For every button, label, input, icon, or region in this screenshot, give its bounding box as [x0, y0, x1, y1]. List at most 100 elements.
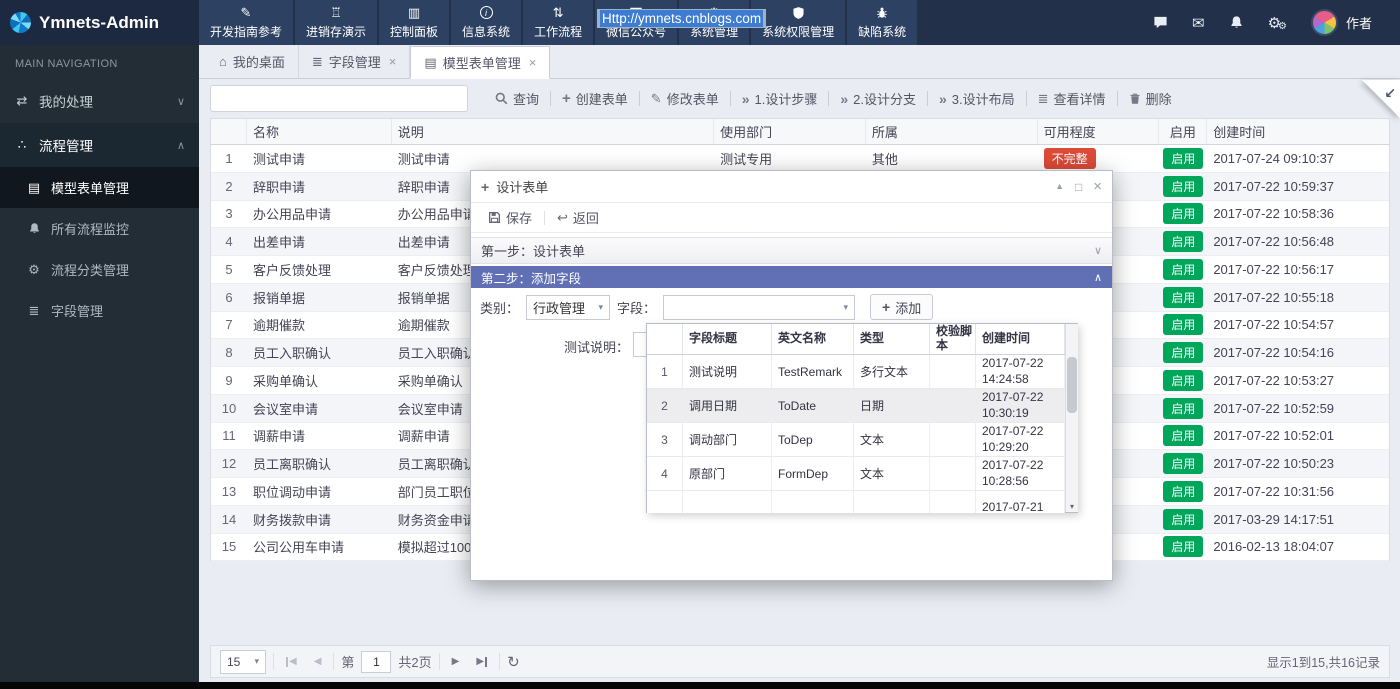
field-row[interactable]: 2017-07-21 — [647, 491, 1065, 513]
field-row[interactable]: 1 测试说明 TestRemark 多行文本 2017-07-22 14:24:… — [647, 355, 1065, 389]
last-page-button[interactable]: ▶ — [471, 656, 492, 667]
header-enabled[interactable]: 启用 — [1159, 119, 1208, 144]
enabled-badge[interactable]: 启用 — [1163, 231, 1204, 253]
page-number-input[interactable] — [361, 650, 392, 673]
cell-name: 采购单确认 — [252, 373, 318, 389]
cell-enabled: 启用 — [1159, 478, 1207, 505]
design-layout-button[interactable]: » 3.设计布局 — [928, 85, 1026, 112]
scrollbar-down-arrow[interactable]: ▾ — [1066, 502, 1078, 511]
edit-form-button[interactable]: ✎ 修改表单 — [640, 85, 730, 112]
back-button[interactable]: ↩ 返回 — [549, 206, 607, 230]
refresh-icon[interactable]: ↻ — [507, 653, 520, 671]
save-button[interactable]: 保存 — [480, 206, 540, 230]
nav-item-info-system[interactable]: i 信息系统 — [451, 0, 522, 45]
gears-icon[interactable]: ⚙ ⚙ — [1268, 14, 1287, 32]
search-input[interactable] — [210, 85, 468, 112]
prev-icon: ◀ — [289, 656, 297, 667]
cell-row-index: 8 — [225, 345, 233, 361]
field-row[interactable]: 2 调用日期 ToDate 日期 2017-07-22 10:30:19 — [647, 389, 1065, 423]
enabled-badge[interactable]: 启用 — [1163, 258, 1204, 280]
sidebar-subitem-model-form-mgmt[interactable]: ▤ 模型表单管理 — [0, 167, 199, 208]
save-label: 保存 — [506, 211, 533, 226]
first-page-button[interactable]: ◀ — [281, 656, 302, 667]
field-cell-script — [930, 491, 976, 513]
enabled-badge[interactable]: 启用 — [1163, 342, 1204, 364]
step1-accordion-header[interactable]: 第一步：设计表单 ∨ — [471, 237, 1112, 264]
cell-row-index: 2 — [225, 178, 233, 194]
maximize-icon[interactable]: □ — [1075, 181, 1082, 193]
sidebar-subitem-process-monitor[interactable]: 所有流程监控 — [0, 208, 199, 249]
tab-desktop[interactable]: ⌂ 我的桌面 — [206, 45, 299, 78]
collapse-corner-widget[interactable]: ↙ — [1362, 80, 1400, 118]
dropdown-scrollbar[interactable]: ▾ — [1065, 324, 1078, 512]
enabled-badge[interactable]: 启用 — [1163, 369, 1204, 391]
design-branch-button[interactable]: » 2.设计分支 — [829, 85, 927, 112]
cell-enabled: 启用 — [1159, 284, 1207, 311]
delete-button[interactable]: 删除 — [1118, 85, 1183, 112]
minimize-icon[interactable]: ▲ — [1055, 182, 1064, 191]
close-icon[interactable]: × — [389, 54, 397, 69]
close-icon[interactable]: × — [529, 55, 537, 70]
field-cell-index: 3 — [647, 423, 683, 456]
sidebar-section-label: MAIN NAVIGATION — [15, 58, 118, 70]
enabled-badge[interactable]: 启用 — [1163, 480, 1204, 502]
field-row[interactable]: 3 调动部门 ToDep 文本 2017-07-22 10:29:20 — [647, 423, 1065, 457]
category-select[interactable]: 行政管理 ▾ — [526, 294, 611, 320]
step1-label: 第一步：设计表单 — [481, 244, 586, 259]
enabled-badge[interactable]: 启用 — [1163, 314, 1204, 336]
enabled-badge[interactable]: 启用 — [1163, 508, 1204, 530]
header-owner[interactable]: 所属 — [866, 119, 1038, 144]
enabled-badge[interactable]: 启用 — [1163, 425, 1204, 447]
bottom-screen-edge — [0, 682, 1400, 689]
next-page-button[interactable]: ▶ — [447, 656, 465, 667]
nav-item-workflow[interactable]: ⇅ 工作流程 — [523, 0, 594, 45]
bell-icon[interactable] — [1229, 15, 1244, 30]
view-details-button[interactable]: ≣ 查看详情 — [1027, 85, 1117, 112]
nav-item-defect-system[interactable]: 缺陷系统 — [847, 0, 918, 45]
nav-item-inventory-demo[interactable]: ♖ 进销存演示 — [295, 0, 378, 45]
tab-field-mgmt[interactable]: ≣ 字段管理 × — [299, 45, 411, 78]
create-form-button[interactable]: + 创建表单 — [551, 85, 639, 112]
prev-icon: ◀ — [313, 656, 322, 667]
sidebar-item-process-mgmt[interactable]: ∴ 流程管理 ∧ — [0, 123, 199, 167]
sidebar-item-my-tasks[interactable]: ⇄ 我的处理 ∨ — [0, 79, 199, 123]
enabled-badge[interactable]: 启用 — [1163, 147, 1204, 169]
sidebar-subitem-process-category[interactable]: ⚙ 流程分类管理 — [0, 249, 199, 290]
modal-header[interactable]: + 设计表单 ▲ □ × — [471, 171, 1112, 203]
prev-page-button[interactable]: ◀ — [309, 656, 327, 667]
scrollbar-thumb[interactable] — [1067, 357, 1077, 413]
user-menu[interactable]: 作者 — [1310, 9, 1372, 36]
mail-icon[interactable]: ✉ — [1192, 14, 1205, 32]
sidebar-subitem-field-mgmt[interactable]: ≣ 字段管理 — [0, 290, 199, 331]
header-availability[interactable]: 可用程度 — [1038, 119, 1160, 144]
chat-icon[interactable] — [1153, 15, 1168, 30]
tab-model-form-mgmt[interactable]: ▤ 模型表单管理 × — [410, 46, 551, 79]
page-size-select[interactable]: 15 ▾ — [220, 649, 266, 674]
button-label: 删除 — [1145, 92, 1172, 107]
step2-accordion-header[interactable]: 第二步：添加字段 ∧ — [471, 266, 1112, 288]
close-icon[interactable]: × — [1093, 179, 1102, 194]
grid-toolbar: 查询 + 创建表单 ✎ 修改表单 » 1.设计步骤 » 2.设计分支 » 3.设… — [210, 84, 1389, 113]
field-select[interactable]: ▾ — [663, 294, 856, 320]
url-selection[interactable]: Http://ymnets.cnblogs.com — [597, 9, 767, 28]
double-arrow-icon: » — [939, 90, 947, 107]
add-field-button[interactable]: + 添加 — [870, 294, 934, 320]
enabled-badge[interactable]: 启用 — [1163, 536, 1204, 558]
enabled-badge[interactable]: 启用 — [1163, 453, 1204, 475]
header-created[interactable]: 创建时间 — [1207, 119, 1389, 144]
field-row[interactable]: 4 原部门 FormDep 文本 2017-07-22 10:28:56 — [647, 457, 1065, 491]
enabled-badge[interactable]: 启用 — [1163, 286, 1204, 308]
table-row[interactable]: 1 测试申请 测试申请 测试专用 其他 不完整 启用 2017-07-24 09… — [211, 145, 1389, 173]
created-date: 2017-07-22 — [982, 457, 1044, 472]
brand-logo[interactable]: Ymnets-Admin — [0, 0, 199, 45]
search-button[interactable]: 查询 — [484, 85, 550, 112]
enabled-badge[interactable]: 启用 — [1163, 175, 1204, 197]
nav-item-dev-guide[interactable]: ✎ 开发指南参考 — [199, 0, 294, 45]
nav-item-control-panel[interactable]: ▥ 控制面板 — [379, 0, 450, 45]
header-name[interactable]: 名称 — [247, 119, 392, 144]
enabled-badge[interactable]: 启用 — [1163, 397, 1204, 419]
header-department[interactable]: 使用部门 — [714, 119, 866, 144]
enabled-badge[interactable]: 启用 — [1163, 203, 1204, 225]
design-steps-button[interactable]: » 1.设计步骤 — [731, 85, 829, 112]
header-description[interactable]: 说明 — [392, 119, 715, 144]
